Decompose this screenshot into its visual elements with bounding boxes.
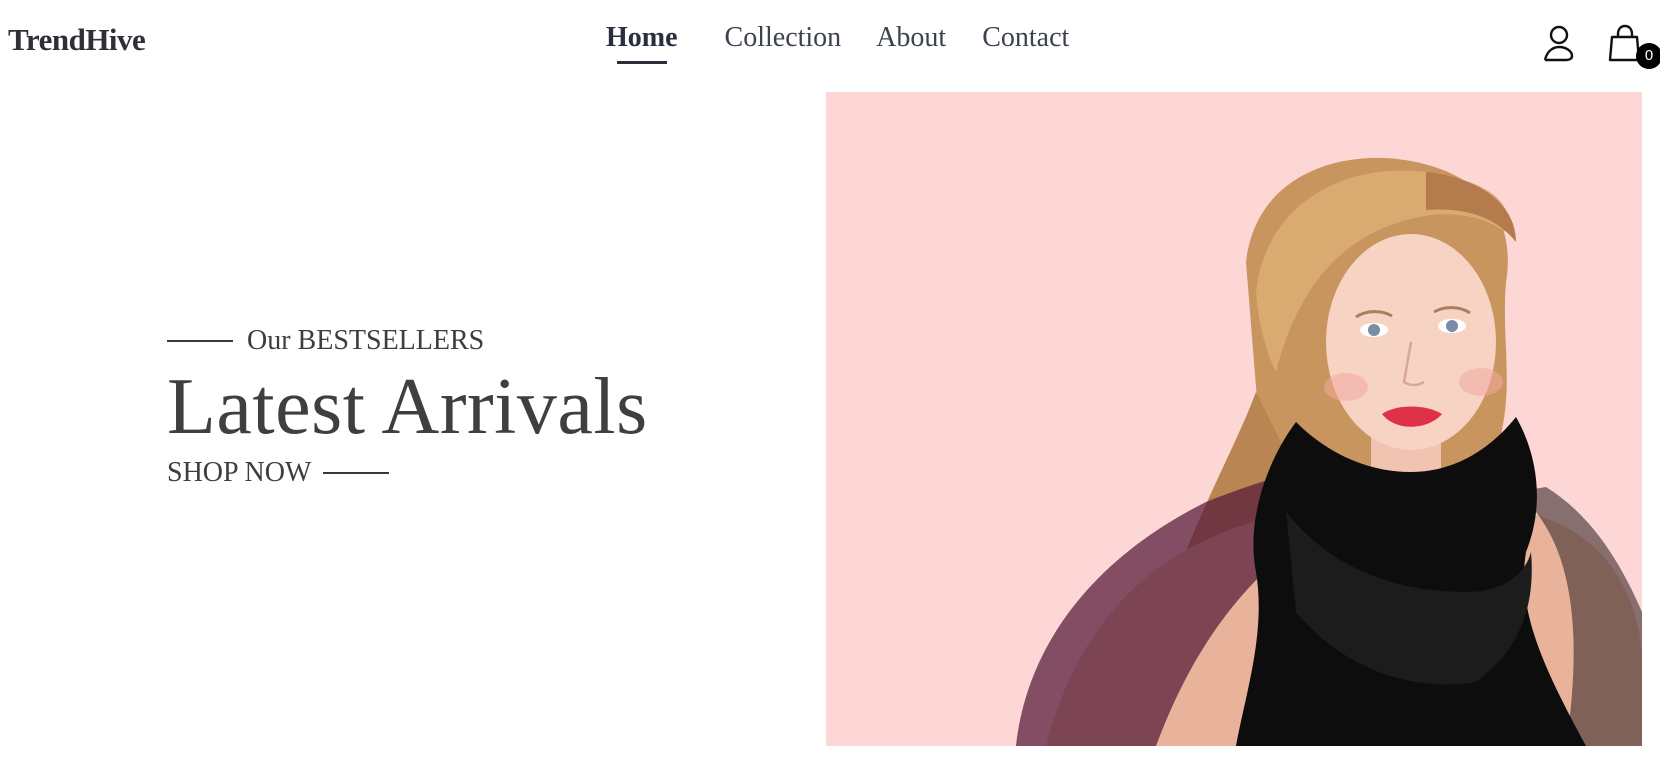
hero-eyebrow-text: Our BESTSELLERS	[247, 325, 485, 356]
shop-now-link[interactable]: SHOP NOW	[167, 457, 648, 489]
hero-title: Latest Arrivals	[167, 363, 648, 451]
shop-now-label[interactable]: SHOP NOW	[167, 457, 311, 489]
nav-item-collection[interactable]: Collection	[725, 22, 842, 54]
active-nav-indicator	[617, 61, 667, 64]
nav-item-about[interactable]: About	[876, 22, 946, 54]
cart-count-badge: 0	[1636, 43, 1660, 69]
user-icon[interactable]	[1541, 24, 1577, 64]
hero-image	[826, 92, 1642, 746]
model-illustration	[1016, 157, 1642, 746]
eyebrow-divider	[167, 339, 233, 343]
site-header: TrendHive Home Collection About Contact …	[0, 0, 1660, 86]
nav-item-home[interactable]: Home	[606, 22, 678, 54]
hero-copy: Our BESTSELLERS Latest Arrivals SHOP NOW	[167, 325, 648, 489]
hero-eyebrow: Our BESTSELLERS	[167, 325, 648, 357]
brand-logo[interactable]: TrendHive	[8, 22, 146, 58]
nav-item-contact[interactable]: Contact	[982, 22, 1069, 54]
main-nav: Home Collection About Contact	[606, 22, 1069, 64]
shop-now-divider	[323, 471, 390, 475]
